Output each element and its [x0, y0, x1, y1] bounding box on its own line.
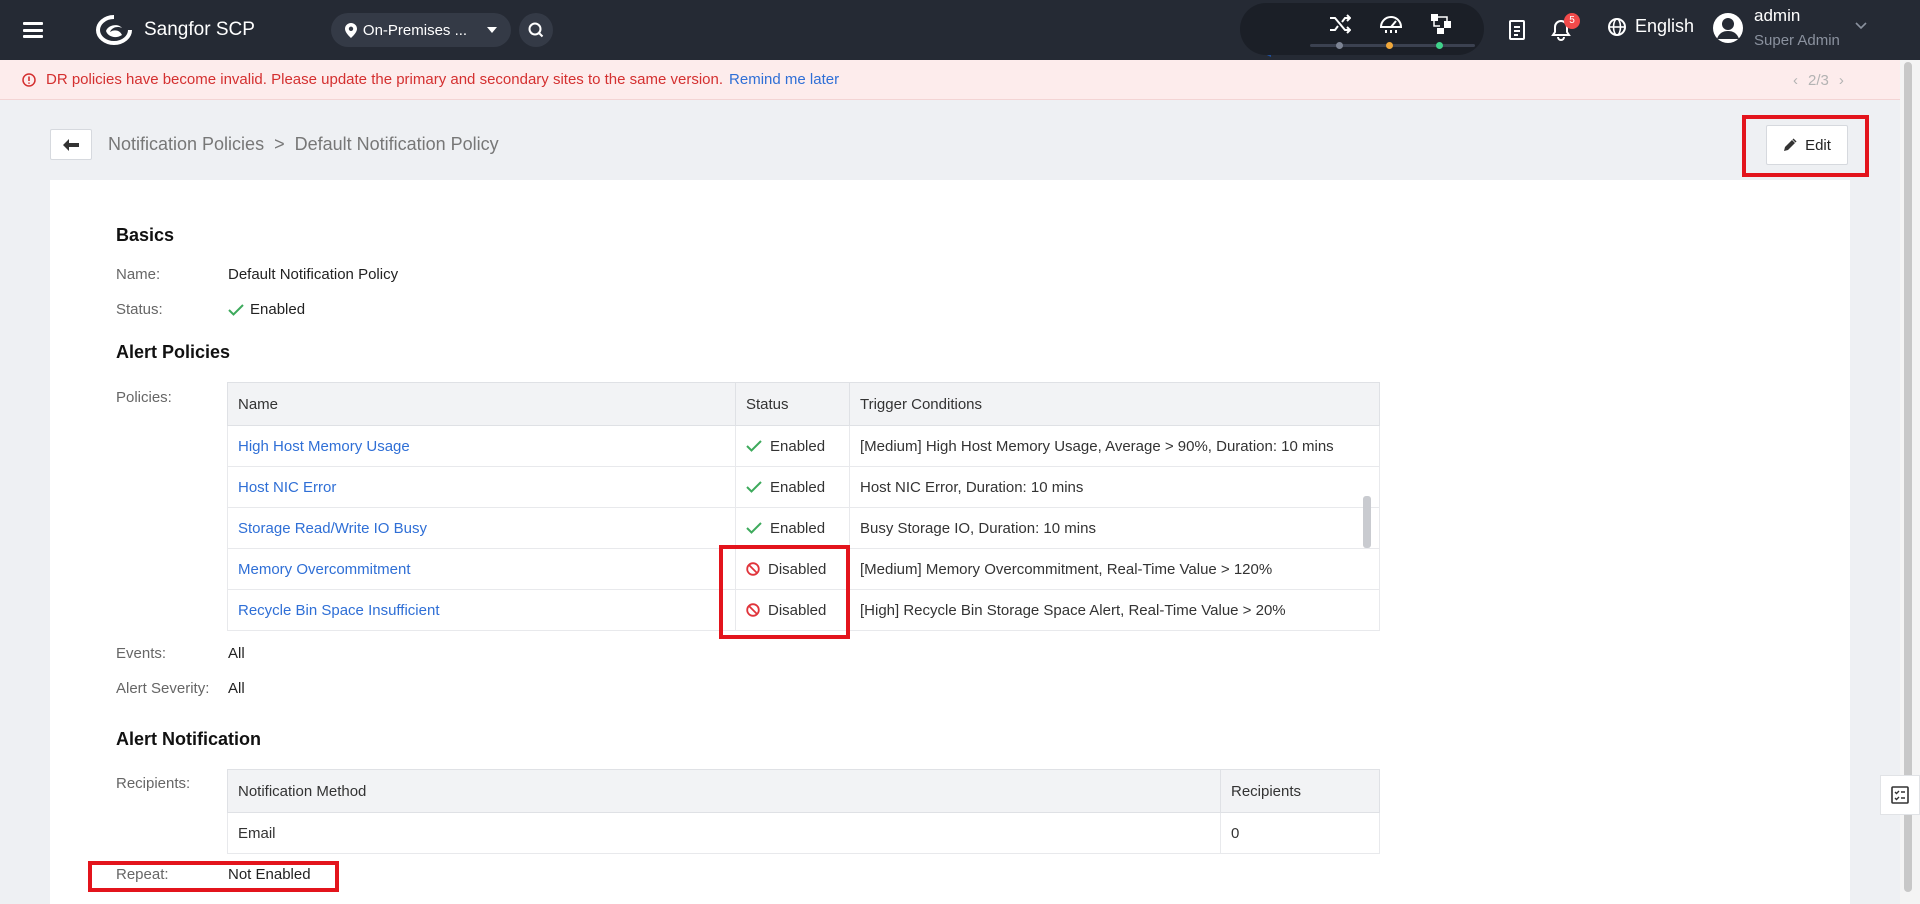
arrow-left-icon: [63, 138, 79, 151]
basics-title: Basics: [116, 225, 175, 245]
chevron-left-icon[interactable]: ‹: [1793, 72, 1798, 89]
app-title: Sangfor SCP: [144, 19, 255, 40]
chevron-right-icon[interactable]: ›: [1839, 72, 1844, 89]
dashboard-gauge-icon[interactable]: [1376, 9, 1406, 39]
search-button[interactable]: [518, 13, 553, 47]
user-name: admin: [1754, 6, 1801, 25]
table-scrollbar-thumb[interactable]: [1363, 496, 1371, 548]
policy-status-text: Enabled: [770, 478, 826, 496]
search-icon: [528, 22, 544, 38]
avatar: [1713, 12, 1743, 43]
notification-method: Email: [227, 812, 1221, 854]
tool-dot-1: [1336, 42, 1343, 49]
sangfor-logo-icon: [96, 15, 132, 45]
alert-notification-title: Alert Notification: [116, 729, 262, 749]
check-icon: [746, 481, 762, 493]
info-circle-icon: [22, 72, 36, 87]
quick-tools-panel: [1240, 3, 1484, 55]
highlight-disabled-status: [719, 545, 850, 639]
caret-down-icon: [486, 27, 497, 33]
notification-count-badge: 5: [1564, 13, 1580, 29]
policy-status-text: Enabled: [770, 519, 826, 537]
highlight-repeat: [88, 861, 339, 892]
topology-icon[interactable]: [1426, 9, 1456, 39]
back-button[interactable]: [50, 129, 92, 160]
table-row: High Host Memory Usage Enabled [Medium] …: [227, 425, 1380, 467]
task-list-icon: [1509, 20, 1525, 40]
policy-name-link[interactable]: Storage Read/Write IO Busy: [227, 507, 736, 549]
language-selector[interactable]: English: [1607, 16, 1694, 37]
events-label: Events:: [116, 645, 167, 662]
logo[interactable]: Sangfor SCP: [96, 15, 255, 45]
tool-dot-3: [1436, 42, 1443, 49]
warning-message: DR policies have become invalid. Please …: [46, 71, 724, 88]
table-row: Email 0: [227, 812, 1380, 854]
policy-trigger: Host NIC Error, Duration: 10 mins: [849, 466, 1380, 508]
policy-name-link[interactable]: Memory Overcommitment: [227, 548, 736, 590]
policy-status: Enabled: [735, 425, 850, 467]
page-scrollbar-thumb[interactable]: [1904, 62, 1912, 892]
column-header-status[interactable]: Status: [735, 382, 850, 426]
table-row: Host NIC Error Enabled Host NIC Error, D…: [227, 466, 1380, 508]
remind-me-later-link[interactable]: Remind me later: [729, 71, 839, 88]
user-menu[interactable]: admin Super Admin: [1712, 6, 1867, 49]
check-icon: [228, 303, 244, 316]
checklist-icon: [1891, 786, 1909, 804]
top-bar: Sangfor SCP On-Premises ... 5 English ad…: [0, 0, 1920, 60]
side-panel-toggle[interactable]: [1880, 775, 1920, 815]
policy-status: Enabled: [735, 507, 850, 549]
warning-banner: DR policies have become invalid. Please …: [0, 60, 1900, 100]
check-icon: [746, 522, 762, 534]
tool-dot-2: [1386, 42, 1393, 49]
banner-page-indicator: 2/3: [1808, 71, 1829, 89]
highlight-edit-button: [1742, 115, 1869, 177]
tasks-button[interactable]: [1500, 13, 1534, 47]
notifications-button[interactable]: 5: [1544, 13, 1580, 47]
policy-trigger: [High] Recycle Bin Storage Space Alert, …: [849, 589, 1380, 631]
site-selector-label: On-Premises ...: [362, 21, 468, 39]
name-value: Default Notification Policy: [228, 266, 399, 283]
policy-trigger: [Medium] High Host Memory Usage, Average…: [849, 425, 1380, 467]
shuffle-icon[interactable]: [1325, 9, 1355, 39]
policy-status-text: Enabled: [770, 437, 826, 455]
column-header-trigger[interactable]: Trigger Conditions: [849, 382, 1380, 426]
policy-name-link[interactable]: High Host Memory Usage: [227, 425, 736, 467]
status-value: Enabled: [228, 301, 305, 318]
alert-policies-title: Alert Policies: [116, 342, 231, 362]
recipients-table: Notification Method Recipients Email 0: [227, 769, 1380, 854]
user-role: Super Admin: [1754, 32, 1840, 49]
check-icon: [746, 440, 762, 452]
column-header-name[interactable]: Name: [227, 382, 736, 426]
breadcrumb-separator: >: [274, 134, 285, 154]
recipients-label: Recipients:: [116, 775, 191, 792]
breadcrumb: Notification Policies > Default Notifica…: [108, 134, 499, 155]
menu-button[interactable]: [0, 0, 66, 60]
policies-label: Policies:: [116, 389, 172, 406]
policy-trigger: Busy Storage IO, Duration: 10 mins: [849, 507, 1380, 549]
chevron-down-icon: [1855, 22, 1867, 30]
policy-detail-card: Basics Name: Default Notification Policy…: [50, 180, 1850, 904]
hamburger-icon: [23, 22, 43, 38]
site-selector[interactable]: On-Premises ...: [330, 13, 511, 47]
column-header-recipients: Recipients: [1220, 769, 1380, 813]
breadcrumb-current: Default Notification Policy: [294, 134, 499, 154]
location-pin-icon: [344, 22, 357, 38]
language-label: English: [1635, 16, 1695, 36]
policy-status: Enabled: [735, 466, 850, 508]
alert-severity-label: Alert Severity:: [116, 680, 210, 697]
alert-severity-value: All: [228, 680, 245, 697]
column-header-method: Notification Method: [227, 769, 1221, 813]
breadcrumb-parent[interactable]: Notification Policies: [108, 134, 264, 155]
policy-name-link[interactable]: Host NIC Error: [227, 466, 736, 508]
events-value: All: [228, 645, 245, 662]
recipients-count: 0: [1220, 812, 1380, 854]
table-row: Storage Read/Write IO Busy Enabled Busy …: [227, 507, 1380, 549]
globe-icon: [1608, 17, 1626, 36]
name-label: Name:: [116, 266, 161, 283]
status-value-text: Enabled: [250, 301, 306, 318]
policy-trigger: [Medium] Memory Overcommitment, Real-Tim…: [849, 548, 1380, 590]
banner-pager: ‹ 2/3 ›: [1793, 60, 1844, 100]
policy-name-link[interactable]: Recycle Bin Space Insufficient: [227, 589, 736, 631]
status-label: Status:: [116, 301, 163, 318]
